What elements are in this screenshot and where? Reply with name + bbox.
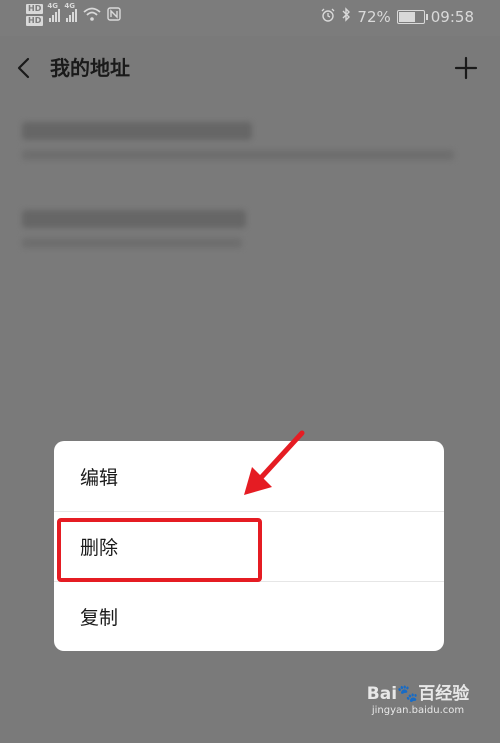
network-type: 4G xyxy=(64,2,75,10)
signal-icon: 4G xyxy=(47,2,61,22)
bluetooth-icon xyxy=(341,7,351,26)
nfc-icon xyxy=(107,6,122,24)
battery-percent: 72% xyxy=(357,7,391,26)
annotation-arrow-icon xyxy=(244,430,305,495)
baidu-jingyan-watermark: Bai🐾百经验 jingyan.baidu.com xyxy=(358,684,478,718)
hd-badge: HD xyxy=(26,16,44,26)
watermark-url: jingyan.baidu.com xyxy=(371,705,465,716)
app-header: 我的地址 xyxy=(0,36,500,100)
menu-item-copy[interactable]: 复制 xyxy=(54,581,444,651)
chevron-left-icon[interactable] xyxy=(14,56,34,80)
plus-icon[interactable] xyxy=(454,56,478,80)
page-title: 我的地址 xyxy=(50,56,130,80)
blurred-text-placeholder xyxy=(22,122,454,160)
wifi-icon xyxy=(83,7,101,24)
battery-fill xyxy=(398,11,415,22)
network-type: 4G xyxy=(47,2,58,10)
watermark-logo: Bai🐾百经验 xyxy=(366,684,470,704)
signal-icon: 4G xyxy=(64,2,78,22)
hd-badges: HD HD xyxy=(26,4,44,26)
blurred-text-placeholder xyxy=(22,210,246,248)
status-right-icons: 72% 09:58 xyxy=(321,7,474,26)
address-item[interactable] xyxy=(22,206,478,248)
hd-badge: HD xyxy=(26,4,44,14)
status-bar: HD HD 4G 4G 72% 09:58 xyxy=(0,0,500,36)
address-item[interactable] xyxy=(22,118,478,160)
status-left-icons: HD HD 4G 4G xyxy=(26,2,122,26)
annotation-highlight-box xyxy=(57,518,262,582)
clock: 09:58 xyxy=(430,7,474,26)
alarm-icon xyxy=(321,8,335,26)
battery-icon xyxy=(396,9,428,24)
